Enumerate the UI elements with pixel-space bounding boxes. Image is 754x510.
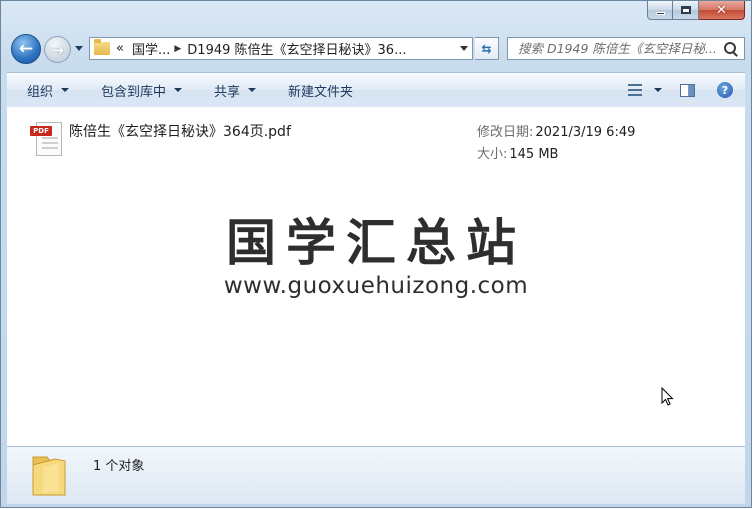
view-dropdown-icon[interactable]: [654, 88, 662, 92]
breadcrumb-overflow[interactable]: «: [116, 41, 124, 56]
file-size: 大小: 145 MB: [477, 147, 559, 162]
chevron-down-icon: [174, 88, 183, 92]
maximize-button[interactable]: [673, 1, 699, 20]
details-pane: 1 个对象: [7, 446, 745, 504]
explorer-window: ✕ ← → « 国学... ▶ D1949 陈倍生《玄空择日秘诀》36... ⇆…: [0, 0, 752, 508]
item-count: 1 个对象: [93, 459, 145, 474]
maximize-icon: [680, 6, 691, 14]
close-icon: ✕: [716, 2, 727, 18]
view-list-icon[interactable]: [628, 84, 642, 96]
watermark-title: 国学汇总站: [226, 214, 526, 272]
folder-icon: [94, 39, 110, 55]
command-bar: 组织 包含到库中 共享 新建文件夹 ?: [7, 72, 745, 108]
minimize-button[interactable]: [647, 1, 673, 20]
search-box[interactable]: [507, 37, 745, 60]
watermark-url: www.guoxuehuizong.com: [223, 273, 529, 299]
new-folder-button[interactable]: 新建文件夹: [288, 81, 353, 100]
file-name[interactable]: 陈倍生《玄空择日秘诀》364页.pdf: [69, 121, 291, 141]
address-row: ← → « 国学... ▶ D1949 陈倍生《玄空择日秘诀》36... ⇆: [11, 34, 745, 64]
search-input[interactable]: [516, 40, 724, 57]
file-list[interactable]: PDF 陈倍生《玄空择日秘诀》364页.pdf 修改日期: 2021/3/19 6…: [7, 107, 745, 446]
refresh-button[interactable]: ⇆: [475, 37, 499, 60]
caption-buttons: ✕: [647, 1, 745, 21]
folder-icon: [29, 453, 69, 497]
modified-date: 修改日期: 2021/3/19 6:49: [477, 125, 636, 140]
back-button[interactable]: ←: [11, 34, 41, 64]
organize-button[interactable]: 组织: [27, 81, 70, 100]
breadcrumb-segment-1[interactable]: 国学...: [132, 39, 170, 58]
organize-label: 组织: [27, 84, 54, 100]
share-label: 共享: [214, 84, 241, 100]
view-controls: ?: [628, 82, 745, 98]
chevron-down-icon: [61, 88, 70, 92]
close-button[interactable]: ✕: [699, 1, 745, 20]
pdf-tag: PDF: [30, 126, 52, 136]
forward-button[interactable]: →: [44, 36, 71, 63]
search-icon[interactable]: [724, 41, 738, 56]
help-icon[interactable]: ?: [717, 82, 733, 98]
include-library-button[interactable]: 包含到库中: [101, 81, 183, 100]
address-dropdown-icon[interactable]: [460, 46, 468, 51]
chevron-down-icon: [248, 88, 257, 92]
list-item[interactable]: PDF 陈倍生《玄空择日秘诀》364页.pdf 修改日期: 2021/3/19 6…: [27, 119, 687, 163]
pdf-file-icon: PDF: [30, 122, 62, 156]
preview-pane-icon[interactable]: [680, 83, 695, 97]
recent-pages-dropdown[interactable]: [75, 46, 83, 51]
breadcrumb-segment-2[interactable]: D1949 陈倍生《玄空择日秘诀》36...: [187, 39, 406, 58]
include-library-label: 包含到库中: [101, 84, 167, 100]
arrow-left-icon: ←: [18, 39, 34, 59]
breadcrumb-chevron-icon[interactable]: ▶: [174, 44, 181, 54]
address-bar[interactable]: « 国学... ▶ D1949 陈倍生《玄空择日秘诀》36...: [89, 37, 473, 60]
new-folder-label: 新建文件夹: [288, 84, 354, 100]
share-button[interactable]: 共享: [214, 81, 257, 100]
arrow-right-icon: →: [51, 40, 64, 59]
minimize-icon: [655, 11, 665, 15]
refresh-icon: ⇆: [481, 41, 492, 56]
